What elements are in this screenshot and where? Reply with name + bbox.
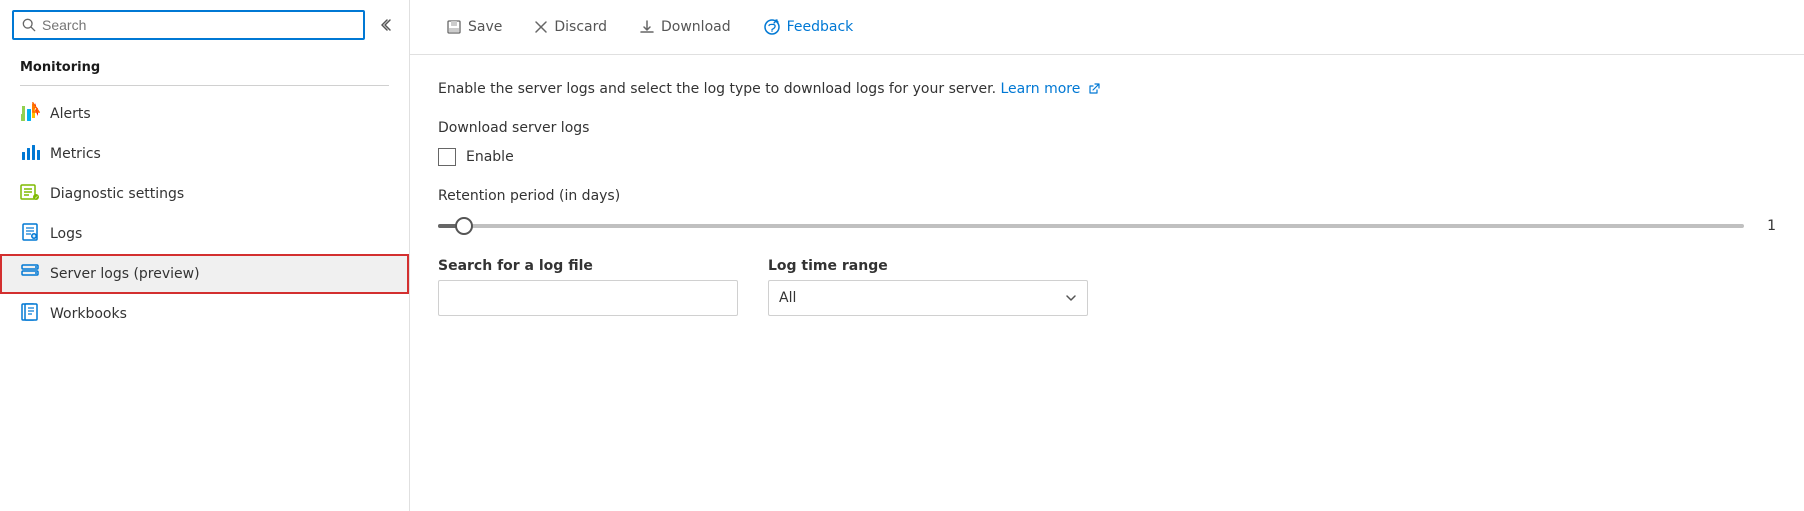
- sidebar-item-server-logs[interactable]: Server logs (preview): [0, 254, 409, 294]
- search-icon: [22, 18, 36, 32]
- search-log-input[interactable]: [438, 280, 738, 316]
- content-area: Enable the server logs and select the lo…: [410, 55, 1804, 511]
- alerts-icon: !: [20, 102, 40, 126]
- enable-checkbox-row: Enable: [438, 148, 1776, 166]
- metrics-icon: [20, 142, 40, 166]
- sidebar-item-workbooks[interactable]: Workbooks: [0, 294, 409, 334]
- sidebar-item-diagnostic-label: Diagnostic settings: [50, 186, 184, 202]
- sidebar-item-logs[interactable]: Logs: [0, 214, 409, 254]
- discard-icon: [534, 20, 548, 34]
- sidebar-item-alerts-label: Alerts: [50, 106, 91, 122]
- download-icon: [639, 19, 655, 35]
- slider-wrapper: [438, 214, 1744, 238]
- retention-label: Retention period (in days): [438, 188, 1776, 204]
- sidebar-item-diagnostic[interactable]: ✓ Diagnostic settings: [0, 174, 409, 214]
- server-logs-icon: [20, 262, 40, 286]
- time-range-select[interactable]: All Last hour Last 24 hours Last 7 days …: [768, 280, 1088, 316]
- search-input[interactable]: [42, 17, 355, 33]
- sidebar-item-server-logs-label: Server logs (preview): [50, 266, 200, 282]
- search-bar: [0, 0, 409, 50]
- slider-thumb[interactable]: [455, 217, 473, 235]
- sidebar-section-label: Monitoring: [0, 50, 409, 81]
- sidebar-divider: [20, 85, 389, 86]
- slider-value: 1: [1756, 218, 1776, 234]
- collapse-sidebar-button[interactable]: [373, 13, 397, 37]
- download-button[interactable]: Download: [623, 11, 747, 43]
- toolbar: Save Discard Download Feedbac: [410, 0, 1804, 55]
- svg-text:✓: ✓: [35, 195, 39, 201]
- save-icon: [446, 19, 462, 35]
- diagnostic-icon: ✓: [20, 182, 40, 206]
- sidebar: Monitoring ! Alerts: [0, 0, 410, 511]
- slider-track: [438, 224, 1744, 228]
- save-button[interactable]: Save: [430, 11, 518, 43]
- main-content: Save Discard Download Feedbac: [410, 0, 1804, 511]
- sidebar-item-metrics-label: Metrics: [50, 146, 101, 162]
- svg-text:!: !: [36, 107, 38, 113]
- enable-checkbox[interactable]: [438, 148, 456, 166]
- learn-more-link[interactable]: Learn more: [1001, 81, 1100, 97]
- external-link-icon: [1088, 83, 1100, 95]
- description-text: Enable the server logs and select the lo…: [438, 79, 1776, 100]
- search-filter-row: Search for a log file Log time range All…: [438, 258, 1776, 316]
- sidebar-item-metrics[interactable]: Metrics: [0, 134, 409, 174]
- log-file-search-group: Search for a log file: [438, 258, 738, 316]
- sidebar-item-workbooks-label: Workbooks: [50, 306, 127, 322]
- slider-row: 1: [438, 214, 1776, 238]
- sidebar-scroll: Monitoring ! Alerts: [0, 50, 409, 511]
- discard-button[interactable]: Discard: [518, 11, 623, 43]
- feedback-button[interactable]: Feedback: [747, 10, 870, 44]
- time-range-label: Log time range: [768, 258, 1088, 274]
- enable-label: Enable: [466, 149, 514, 165]
- download-section-label: Download server logs: [438, 120, 1776, 136]
- logs-icon: [20, 222, 40, 246]
- search-input-wrapper[interactable]: [12, 10, 365, 40]
- search-log-label: Search for a log file: [438, 258, 738, 274]
- sidebar-item-alerts[interactable]: ! Alerts: [0, 94, 409, 134]
- retention-section: Retention period (in days) 1: [438, 188, 1776, 238]
- time-range-select-wrapper: All Last hour Last 24 hours Last 7 days …: [768, 280, 1088, 316]
- sidebar-item-logs-label: Logs: [50, 226, 82, 242]
- feedback-icon: [763, 18, 781, 36]
- time-range-group: Log time range All Last hour Last 24 hou…: [768, 258, 1088, 316]
- workbooks-icon: [20, 302, 40, 326]
